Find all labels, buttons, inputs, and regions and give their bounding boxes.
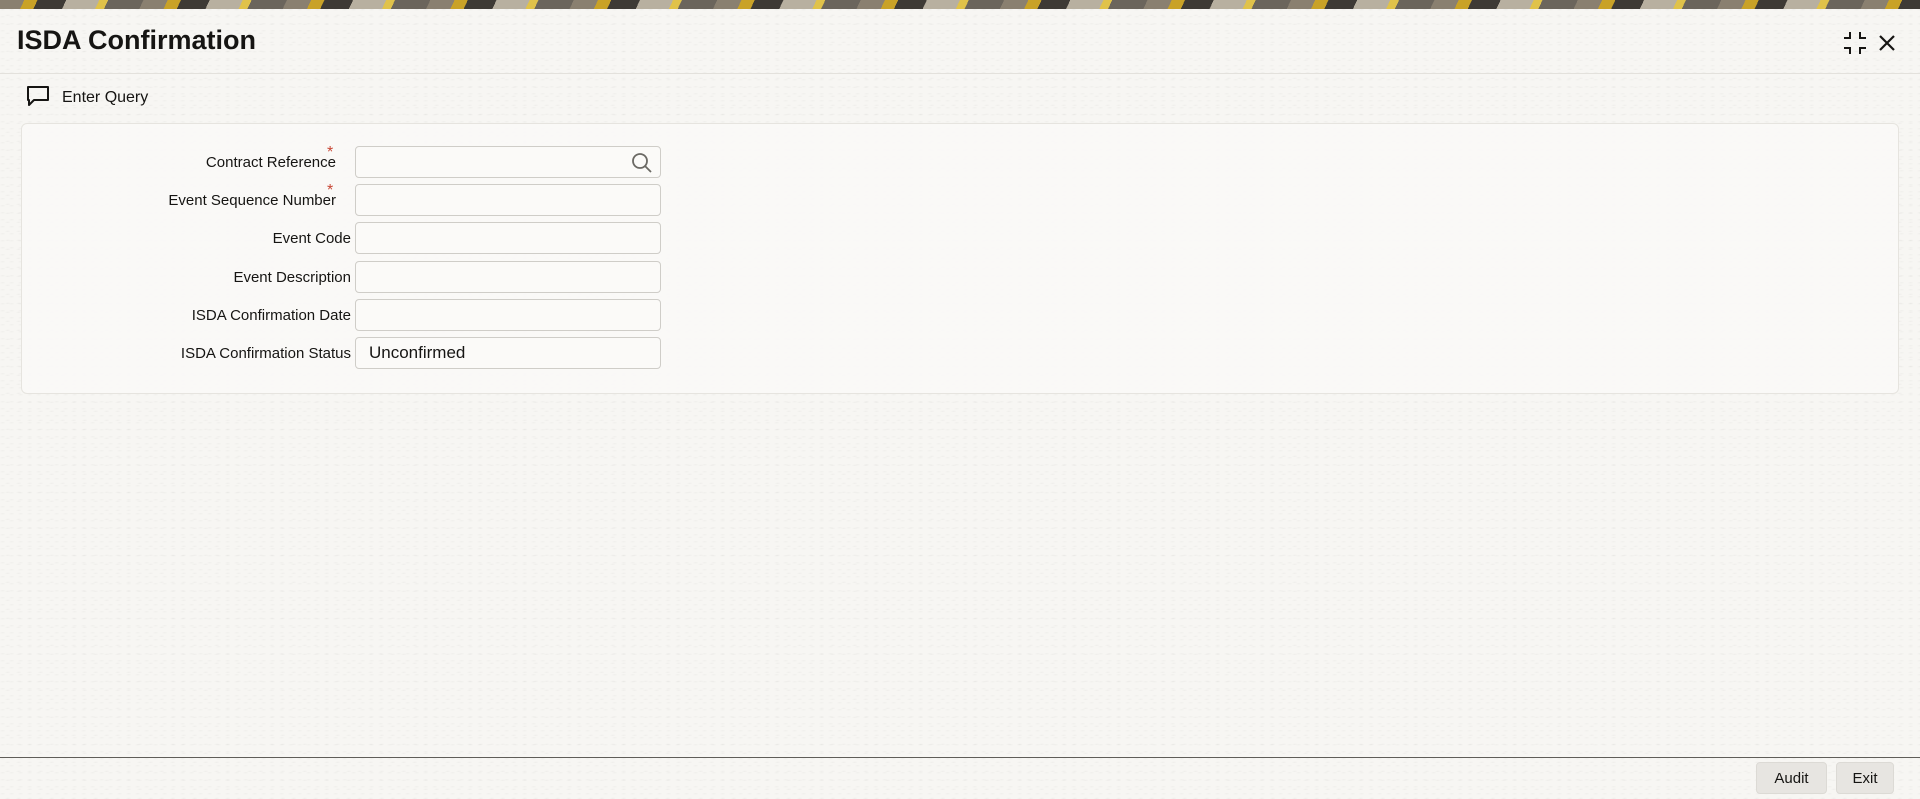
event-code-label: Event Code [272, 229, 351, 247]
exit-button[interactable]: Exit [1836, 762, 1894, 794]
event-description-input[interactable] [355, 261, 661, 293]
search-icon[interactable] [630, 151, 654, 175]
isda-confirmation-status-value: Unconfirmed [369, 343, 466, 362]
event-description-label: Event Description [233, 268, 351, 286]
isda-confirmation-date-row: ISDA Confirmation Date [22, 299, 722, 331]
isda-confirmation-date-input[interactable] [355, 299, 661, 331]
expand-icon[interactable] [1840, 28, 1870, 58]
isda-confirmation-status-input[interactable]: Unconfirmed [355, 337, 661, 369]
required-marker: * [327, 182, 334, 199]
isda-confirmation-status-label: ISDA Confirmation Status [180, 344, 351, 362]
window-header: ISDA Confirmation [0, 9, 1920, 74]
event-code-row: Event Code [22, 222, 722, 254]
top-banner [0, 0, 1920, 9]
contract-reference-input[interactable] [355, 146, 661, 178]
event-description-row: Event Description [22, 261, 722, 293]
event-code-input[interactable] [355, 222, 661, 254]
event-sequence-number-label: Event Sequence Number [168, 191, 336, 209]
footer-divider [0, 757, 1920, 758]
page-title: ISDA Confirmation [17, 25, 256, 55]
speech-bubble-icon [26, 85, 50, 112]
isda-confirmation-status-row: ISDA Confirmation Status Unconfirmed [22, 337, 722, 369]
enter-query-label: Enter Query [62, 89, 149, 106]
enter-query-button[interactable]: Enter Query [26, 84, 148, 112]
contract-reference-row: Contract Reference * [22, 144, 722, 178]
form-panel: Contract Reference * Event Sequence Numb… [21, 123, 1899, 394]
event-sequence-number-input[interactable] [355, 184, 661, 216]
required-marker: * [327, 144, 334, 161]
isda-confirmation-date-label: ISDA Confirmation Date [191, 306, 351, 324]
audit-button[interactable]: Audit [1756, 762, 1827, 794]
contract-reference-label: Contract Reference [205, 153, 336, 171]
event-sequence-number-row: Event Sequence Number * [22, 182, 722, 216]
close-icon[interactable] [1872, 28, 1902, 58]
